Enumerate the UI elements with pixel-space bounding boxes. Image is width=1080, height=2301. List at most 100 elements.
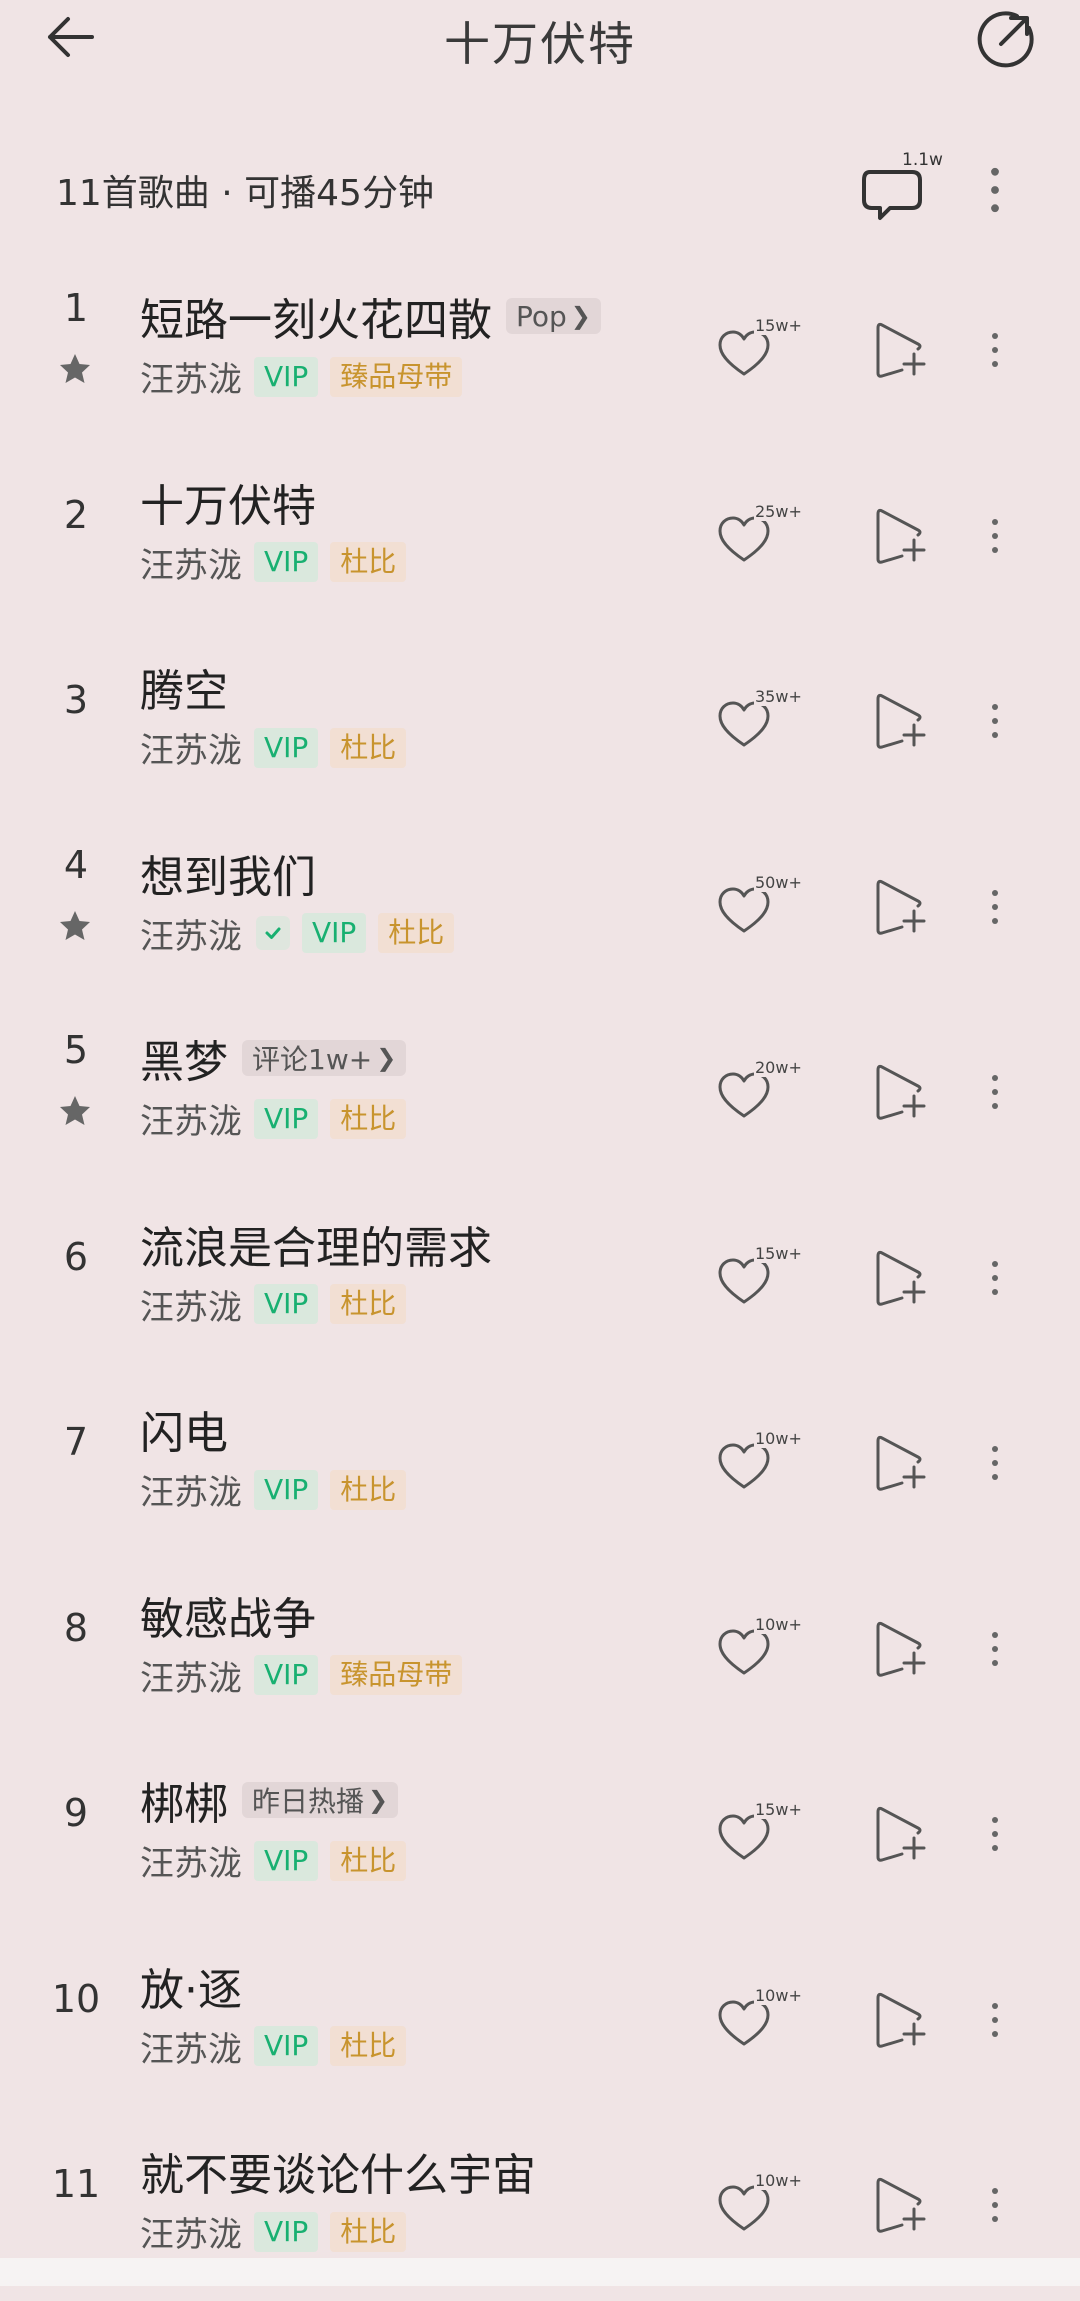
like-button[interactable]: 20w+ — [716, 1058, 806, 1128]
song-index: 1 — [63, 286, 89, 330]
song-row[interactable]: 6 流浪是合理的需求 汪苏泷 VIP 杜比 15w+ — [0, 1188, 1080, 1374]
more-vertical-icon — [992, 1813, 998, 1855]
add-to-playlist-button[interactable] — [872, 691, 928, 751]
song-title-line: 十万伏特 — [140, 470, 316, 534]
song-title-line: 想到我们 — [140, 841, 316, 905]
song-index: 10 — [51, 1976, 101, 2021]
like-button[interactable]: 50w+ — [716, 872, 806, 943]
chevron-right-icon: ❯ — [368, 1786, 389, 1814]
song-row[interactable]: 9 梆梆 昨日热播 ❯ 汪苏泷 VIP 杜比 15w+ — [0, 1744, 1080, 1930]
artist-name[interactable]: 汪苏泷 — [140, 352, 242, 401]
song-row[interactable]: 3 腾空 汪苏泷 VIP 杜比 35w+ — [0, 631, 1080, 817]
star-icon — [60, 910, 90, 940]
song-row[interactable]: 4 想到我们 汪苏泷 VIP 杜比 50w+ — [0, 817, 1080, 1003]
song-meta: 汪苏泷 VIP 杜比 — [140, 909, 455, 958]
quality-badge: 臻品母带 — [330, 1655, 463, 1695]
song-more-button[interactable] — [980, 2175, 1010, 2235]
like-button[interactable]: 10w+ — [716, 1429, 806, 1499]
song-more-button[interactable] — [980, 506, 1010, 566]
like-count: 10w+ — [754, 2171, 803, 2190]
artist-name[interactable]: 汪苏泷 — [140, 538, 242, 587]
like-button[interactable]: 25w+ — [716, 501, 806, 572]
song-index: 7 — [63, 1420, 89, 1464]
song-tag[interactable]: 昨日热播 ❯ — [242, 1782, 399, 1818]
like-count: 50w+ — [754, 872, 803, 892]
song-more-button[interactable] — [980, 1990, 1010, 2050]
artist-name[interactable]: 汪苏泷 — [140, 2207, 242, 2256]
song-meta: 汪苏泷 VIP 臻品母带 — [140, 352, 463, 401]
vip-badge: VIP — [254, 1655, 319, 1695]
song-meta: 汪苏泷 VIP 臻品母带 — [140, 1651, 463, 1700]
home-indicator — [0, 2258, 1080, 2286]
add-to-playlist-button[interactable] — [872, 320, 928, 380]
artist-name[interactable]: 汪苏泷 — [140, 1836, 242, 1885]
like-button[interactable]: 10w+ — [716, 2171, 806, 2241]
song-meta: 汪苏泷 VIP 杜比 — [140, 1094, 407, 1143]
song-tag-label: 昨日热播 — [252, 1785, 365, 1818]
song-more-button[interactable] — [980, 877, 1010, 937]
like-count: 10w+ — [754, 1429, 803, 1448]
song-row[interactable]: 1 短路一刻火花四散 Pop ❯ 汪苏泷 VIP 臻品母带 15w+ — [0, 260, 1080, 446]
like-count: 15w+ — [754, 1800, 803, 1819]
song-meta: 汪苏泷 VIP 杜比 — [140, 2022, 407, 2071]
share-button[interactable] — [966, 2, 1046, 76]
vip-badge: VIP — [254, 356, 319, 397]
comment-button[interactable]: 1.1w — [858, 150, 958, 230]
play-add-icon — [876, 1806, 926, 1862]
add-to-playlist-button[interactable] — [872, 2175, 928, 2235]
song-tag[interactable]: 评论1w+ ❯ — [242, 1040, 407, 1076]
like-button[interactable]: 15w+ — [716, 316, 806, 386]
song-title: 十万伏特 — [140, 480, 316, 532]
like-count: 15w+ — [754, 1243, 803, 1263]
song-title: 梆梆 — [140, 1779, 228, 1830]
like-button[interactable]: 35w+ — [716, 687, 806, 757]
artist-name[interactable]: 汪苏泷 — [140, 1465, 242, 1514]
song-title: 腾空 — [140, 666, 228, 717]
song-title: 短路一刻火花四散 — [140, 295, 492, 346]
song-more-button[interactable] — [980, 1619, 1010, 1679]
artist-name[interactable]: 汪苏泷 — [140, 1651, 242, 1700]
vip-badge: VIP — [302, 913, 367, 953]
song-title: 放·逐 — [140, 1964, 242, 2016]
song-more-button[interactable] — [980, 691, 1010, 751]
artist-name[interactable]: 汪苏泷 — [140, 1280, 242, 1329]
add-to-playlist-button[interactable] — [872, 1433, 928, 1493]
add-to-playlist-button[interactable] — [872, 1248, 928, 1308]
more-vertical-icon — [992, 1628, 998, 1670]
song-row[interactable]: 10 放·逐汪苏泷 VIP 杜比 10w+ — [0, 1930, 1080, 2116]
song-more-button[interactable] — [980, 1062, 1010, 1122]
add-to-playlist-button[interactable] — [872, 1062, 928, 1122]
artist-name[interactable]: 汪苏泷 — [140, 723, 242, 772]
song-row[interactable]: 5 黑梦 评论1w+ ❯ 汪苏泷 VIP 杜比 20w+ — [0, 1002, 1080, 1188]
song-title-line: 短路一刻火花四散 Pop ❯ — [140, 284, 601, 348]
like-button[interactable]: 10w+ — [716, 1614, 806, 1685]
like-button[interactable]: 15w+ — [716, 1800, 806, 1870]
add-to-playlist-button[interactable] — [872, 1804, 928, 1864]
song-row[interactable]: 2 十万伏特 汪苏泷 VIP 杜比 25w+ — [0, 446, 1080, 632]
add-to-playlist-button[interactable] — [872, 1990, 928, 2050]
song-more-button[interactable] — [980, 320, 1010, 380]
song-index: 8 — [63, 1605, 89, 1650]
artist-name[interactable]: 汪苏泷 — [140, 909, 242, 958]
song-title: 敏感战争 — [140, 1593, 316, 1645]
play-add-icon — [876, 1992, 926, 2048]
more-vertical-icon — [992, 700, 998, 742]
chevron-right-icon: ❯ — [570, 302, 591, 330]
like-button[interactable]: 10w+ — [716, 1985, 806, 2056]
like-button[interactable]: 15w+ — [716, 1243, 806, 1314]
song-tag[interactable]: Pop ❯ — [506, 298, 601, 334]
song-more-button[interactable] — [980, 1433, 1010, 1493]
more-options-button[interactable] — [975, 158, 1015, 222]
artist-name[interactable]: 汪苏泷 — [140, 1094, 242, 1143]
add-to-playlist-button[interactable] — [872, 506, 928, 566]
comment-count: 1.1w — [900, 150, 945, 170]
add-to-playlist-button[interactable] — [872, 1619, 928, 1679]
artist-name[interactable]: 汪苏泷 — [140, 2022, 242, 2071]
song-more-button[interactable] — [980, 1804, 1010, 1864]
song-more-button[interactable] — [980, 1248, 1010, 1308]
song-row[interactable]: 7 闪电 汪苏泷 VIP 杜比 10w+ — [0, 1373, 1080, 1559]
song-tag-label: 评论1w+ — [252, 1043, 373, 1076]
song-row[interactable]: 8 敏感战争汪苏泷 VIP 臻品母带 10w+ — [0, 1559, 1080, 1745]
add-to-playlist-button[interactable] — [872, 877, 928, 937]
summary-text: 11首歌曲 · 可播45分钟 — [56, 173, 434, 214]
